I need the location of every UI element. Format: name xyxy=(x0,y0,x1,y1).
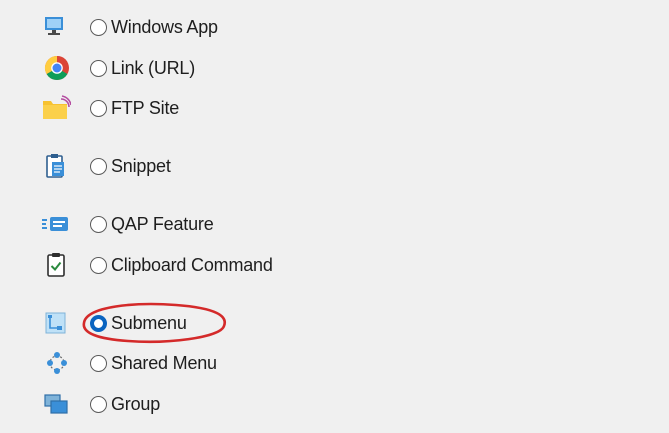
radio-button[interactable] xyxy=(90,157,107,175)
option-row-snippet: Snippet xyxy=(0,151,400,181)
radio-option-ftp-site[interactable]: FTP Site xyxy=(90,93,179,123)
option-row-clipboard-command: Clipboard Command xyxy=(0,250,400,280)
monitor-icon xyxy=(45,17,63,35)
radio-option-submenu[interactable]: Submenu xyxy=(90,308,187,338)
radio-option-shared-menu[interactable]: Shared Menu xyxy=(90,348,217,378)
option-label: Snippet xyxy=(111,155,171,176)
qap-feature-icon xyxy=(42,217,68,231)
option-label: Group xyxy=(111,393,161,414)
option-row-qap-feature: QAP Feature xyxy=(0,209,400,239)
radio-button[interactable] xyxy=(90,18,107,36)
clipboard-note-icon xyxy=(46,154,64,178)
option-row-windows-app: Windows App xyxy=(0,12,400,42)
option-row-group: Group xyxy=(0,389,400,419)
radio-option-snippet[interactable]: Snippet xyxy=(90,151,171,181)
option-label: Submenu xyxy=(111,312,187,333)
radio-option-group[interactable]: Group xyxy=(90,389,160,419)
option-row-ftp-site: FTP Site xyxy=(0,93,400,123)
radio-button[interactable] xyxy=(90,256,107,274)
radio-button[interactable] xyxy=(90,59,107,77)
submenu-icon xyxy=(45,312,66,334)
radio-option-clipboard-command[interactable]: Clipboard Command xyxy=(90,250,273,280)
radio-option-qap-feature[interactable]: QAP Feature xyxy=(90,209,214,239)
radio-button[interactable] xyxy=(90,354,107,372)
option-row-submenu: Submenu xyxy=(0,308,400,338)
option-label: Windows App xyxy=(111,16,218,37)
radio-button[interactable] xyxy=(90,215,107,233)
radio-button-selected[interactable] xyxy=(90,314,107,332)
option-label: Shared Menu xyxy=(111,352,217,373)
option-row-link-url: Link (URL) xyxy=(0,53,400,83)
clipboard-check-icon xyxy=(47,253,65,277)
radio-option-link-url[interactable]: Link (URL) xyxy=(90,53,195,83)
group-icon xyxy=(44,394,68,414)
option-label: QAP Feature xyxy=(111,213,214,234)
chrome-icon xyxy=(44,55,69,81)
radio-button[interactable] xyxy=(90,395,107,413)
option-label: Clipboard Command xyxy=(111,254,273,275)
radio-button[interactable] xyxy=(90,99,107,117)
shared-menu-icon xyxy=(47,352,67,374)
radio-option-windows-app[interactable]: Windows App xyxy=(90,12,218,42)
option-label: FTP Site xyxy=(111,97,180,118)
ftp-folder-icon xyxy=(43,95,71,119)
option-row-shared-menu: Shared Menu xyxy=(0,348,400,378)
option-label: Link (URL) xyxy=(111,57,196,78)
